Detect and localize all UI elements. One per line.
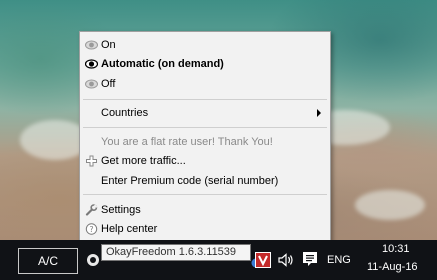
menu-item-label: Countries (101, 107, 149, 119)
menu-item-off[interactable]: Off (80, 75, 330, 93)
okayfreedom-v-icon[interactable] (255, 252, 271, 268)
action-center-icon[interactable] (302, 251, 318, 268)
menu-item-countries[interactable]: Countries (80, 104, 330, 122)
menu-item-settings[interactable]: Settings (80, 201, 330, 219)
ac-button[interactable]: A/C (18, 248, 78, 274)
eye-icon (85, 59, 98, 69)
tray-context-menu: On Automatic (on demand) Off Countries Y… (79, 31, 331, 242)
menu-separator (83, 127, 327, 128)
menu-item-label: Help center (101, 223, 158, 235)
eye-icon (85, 40, 98, 50)
plus-icon (86, 155, 97, 167)
menu-item-flat-rate-status: You are a flat rate user! Thank You! (80, 133, 330, 151)
menu-item-get-more-traffic[interactable]: Get more traffic... (80, 152, 330, 170)
menu-separator (83, 99, 327, 100)
okayfreedom-tray-icon[interactable] (86, 253, 100, 267)
menu-item-enter-premium-code[interactable]: Enter Premium code (serial number) (80, 172, 330, 190)
menu-item-help-center[interactable]: ? Help center (80, 220, 330, 238)
tray-tooltip: OkayFreedom 1.6.3.11539 (101, 244, 251, 261)
menu-item-label: Off (101, 78, 116, 90)
menu-item-on[interactable]: On (80, 36, 330, 54)
menu-item-label: Enter Premium code (serial number) (101, 175, 279, 187)
menu-item-label: Settings (101, 204, 141, 216)
menu-separator (83, 194, 327, 195)
wrench-icon (85, 204, 98, 216)
menu-item-label: On (101, 39, 116, 51)
menu-item-label: Automatic (on demand) (101, 58, 224, 70)
help-icon: ? (85, 223, 98, 235)
submenu-arrow-icon (317, 109, 321, 117)
wallpaper-foam (355, 190, 425, 220)
menu-item-automatic[interactable]: Automatic (on demand) (80, 55, 330, 73)
input-language-indicator[interactable]: ENG (327, 254, 351, 266)
svg-text:?: ? (89, 225, 93, 234)
clock-date[interactable]: 11-Aug-16 (367, 261, 418, 273)
eye-icon (85, 79, 98, 89)
clock-time[interactable]: 10:31 (382, 243, 410, 255)
menu-item-label: Get more traffic... (101, 155, 186, 167)
volume-icon[interactable] (277, 252, 295, 268)
menu-item-label: You are a flat rate user! Thank You! (101, 136, 273, 148)
